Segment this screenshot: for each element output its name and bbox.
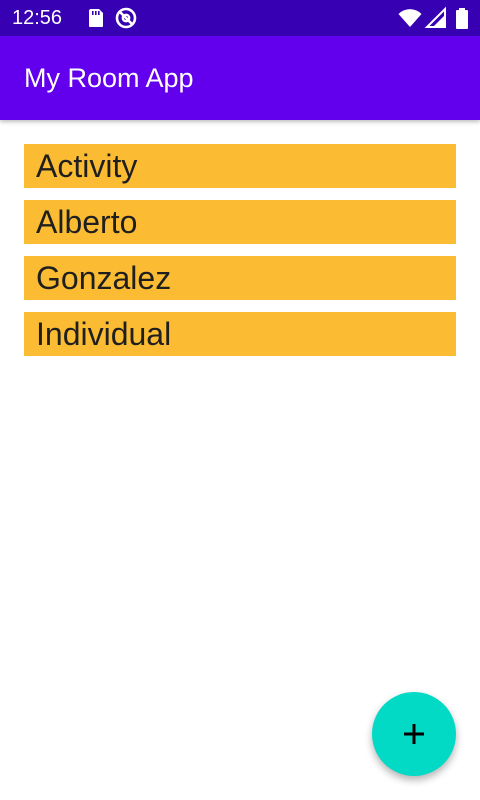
word-list: Activity Alberto Gonzalez Individual	[24, 144, 456, 368]
status-bar: 12:56	[0, 0, 480, 36]
list-item-label: Activity	[36, 148, 138, 184]
list-item[interactable]: Individual	[24, 312, 456, 356]
list-item[interactable]: Gonzalez	[24, 256, 456, 300]
add-button[interactable]	[372, 692, 456, 776]
list-item[interactable]: Alberto	[24, 200, 456, 244]
screen: 12:56 My Room App Activity Alberto Gonza…	[0, 0, 480, 800]
battery-icon	[450, 6, 474, 30]
status-time: 12:56	[12, 7, 63, 29]
wifi-icon	[398, 6, 422, 30]
app-bar: My Room App	[0, 36, 480, 120]
list-item-label: Gonzalez	[36, 260, 172, 296]
app-title: My Room App	[24, 63, 194, 93]
list-item-label: Alberto	[36, 204, 138, 240]
list-item[interactable]: Activity	[24, 144, 456, 188]
list-item-label: Individual	[36, 316, 172, 352]
cell-signal-icon	[424, 6, 448, 30]
sd-card-icon	[84, 6, 108, 30]
plus-icon	[404, 724, 424, 744]
do-not-disturb-icon	[114, 6, 138, 30]
